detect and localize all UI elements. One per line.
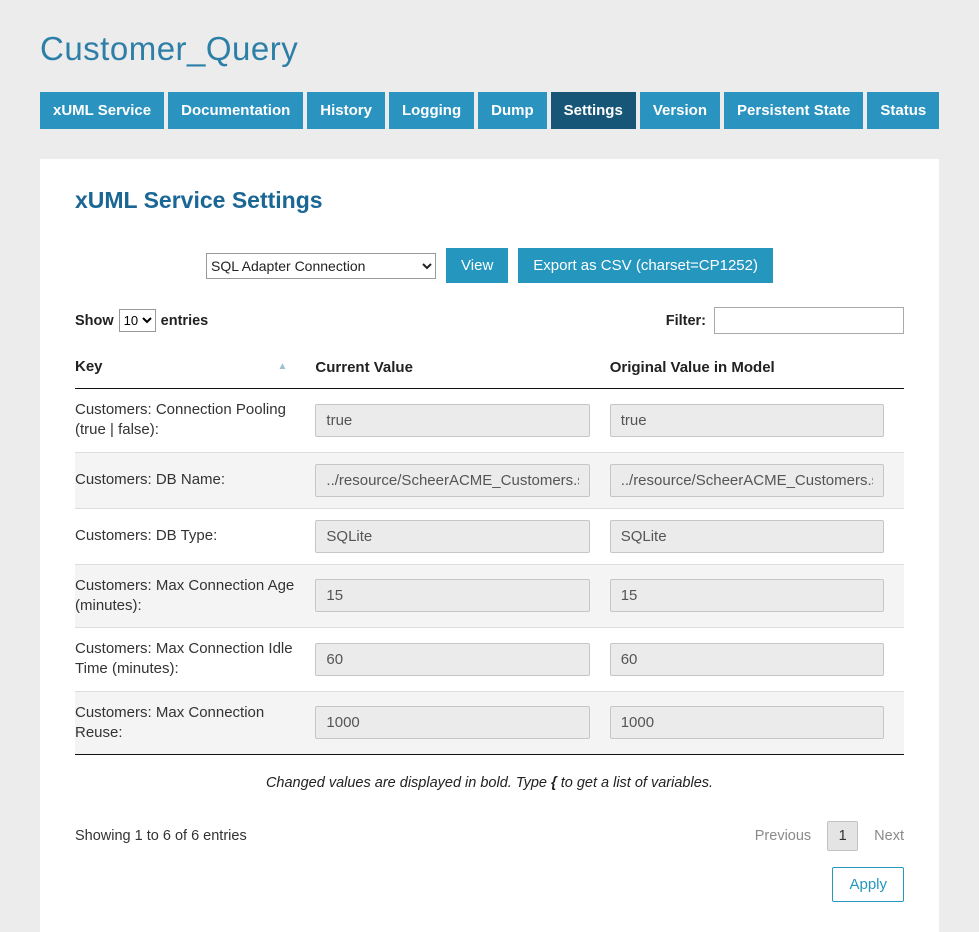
filter-label: Filter: [666, 313, 706, 329]
page-title: Customer_Query [40, 30, 939, 68]
current-value-input[interactable] [315, 579, 589, 612]
settings-table: Key ▲ Current Value Original Value in Mo… [75, 348, 904, 755]
table-row: Customers: DB Name: [75, 452, 904, 508]
sort-ascending-icon: ▲ [278, 358, 288, 376]
table-header-row: Key ▲ Current Value Original Value in Mo… [75, 348, 904, 389]
current-value-input[interactable] [315, 520, 589, 553]
panel-heading: xUML Service Settings [75, 187, 904, 214]
apply-button[interactable]: Apply [832, 867, 904, 902]
original-value-input [610, 706, 884, 739]
original-value-input [610, 520, 884, 553]
tab-bar: xUML Service Documentation History Loggi… [40, 92, 939, 129]
setting-key: Customers: Max Connection Age (minutes): [75, 564, 315, 628]
tab-persistent-state[interactable]: Persistent State [724, 92, 863, 129]
hint-text-part2: to get a list of variables. [557, 775, 713, 791]
settings-panel: xUML Service Settings SQL Adapter Connec… [40, 159, 939, 932]
entries-label: entries [161, 313, 209, 329]
original-value-input [610, 404, 884, 437]
page-root: Customer_Query xUML Service Documentatio… [0, 0, 979, 932]
current-value-input[interactable] [315, 643, 589, 676]
pagination: Previous 1 Next [755, 821, 904, 851]
show-label: Show [75, 313, 114, 329]
adapter-select[interactable]: SQL Adapter Connection [206, 253, 436, 279]
setting-key: Customers: Connection Pooling (true | fa… [75, 389, 315, 453]
table-row: Customers: Connection Pooling (true | fa… [75, 389, 904, 453]
current-value-input[interactable] [315, 464, 589, 497]
view-button[interactable]: View [446, 248, 508, 283]
current-value-input[interactable] [315, 404, 589, 437]
original-value-input [610, 643, 884, 676]
setting-key: Customers: Max Connection Idle Time (min… [75, 628, 315, 692]
filter-wrap: Filter: [666, 307, 904, 334]
setting-key: Customers: Max Connection Reuse: [75, 691, 315, 755]
previous-page-button[interactable]: Previous [755, 828, 811, 844]
tab-logging[interactable]: Logging [389, 92, 474, 129]
export-csv-button[interactable]: Export as CSV (charset=CP1252) [518, 248, 773, 283]
hint-text-part1: Changed values are displayed in bold. Ty… [266, 775, 551, 791]
tab-status[interactable]: Status [867, 92, 939, 129]
table-row: Customers: Max Connection Idle Time (min… [75, 628, 904, 692]
column-header-key[interactable]: Key ▲ [75, 348, 315, 389]
apply-row: Apply [75, 867, 904, 902]
tab-version[interactable]: Version [640, 92, 720, 129]
next-page-button[interactable]: Next [874, 828, 904, 844]
page-length-select[interactable]: 10 [119, 309, 156, 332]
tab-documentation[interactable]: Documentation [168, 92, 303, 129]
table-row: Customers: DB Type: [75, 508, 904, 564]
column-header-key-label: Key [75, 358, 103, 375]
table-row: Customers: Max Connection Age (minutes): [75, 564, 904, 628]
setting-key: Customers: DB Name: [75, 452, 315, 508]
showing-info: Showing 1 to 6 of 6 entries [75, 828, 247, 844]
column-header-original-value[interactable]: Original Value in Model [610, 348, 904, 389]
table-row: Customers: Max Connection Reuse: [75, 691, 904, 755]
filter-input[interactable] [714, 307, 904, 334]
table-controls: Show 10 entries Filter: [75, 307, 904, 334]
original-value-input [610, 464, 884, 497]
hint-text: Changed values are displayed in bold. Ty… [75, 775, 904, 791]
original-value-input [610, 579, 884, 612]
tab-dump[interactable]: Dump [478, 92, 547, 129]
show-entries: Show 10 entries [75, 309, 208, 332]
column-header-current-value[interactable]: Current Value [315, 348, 609, 389]
setting-key: Customers: DB Type: [75, 508, 315, 564]
current-value-input[interactable] [315, 706, 589, 739]
tab-history[interactable]: History [307, 92, 385, 129]
toolbar: SQL Adapter Connection View Export as CS… [75, 248, 904, 283]
table-footer: Showing 1 to 6 of 6 entries Previous 1 N… [75, 821, 904, 851]
page-number-button[interactable]: 1 [827, 821, 858, 851]
tab-xuml-service[interactable]: xUML Service [40, 92, 164, 129]
tab-settings[interactable]: Settings [551, 92, 636, 129]
